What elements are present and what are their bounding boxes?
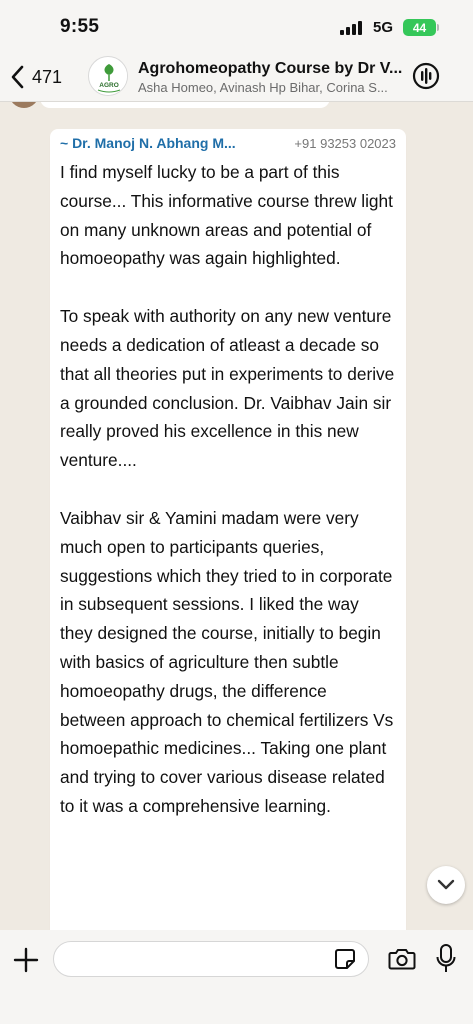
scroll-to-bottom-button[interactable] — [427, 866, 465, 904]
composer-bar — [0, 930, 473, 1024]
chevron-down-icon — [437, 879, 455, 890]
battery-level: 44 — [412, 20, 427, 35]
message-paragraph: I find myself lucky to be a part of this… — [60, 162, 393, 269]
previous-message-bubble[interactable] — [40, 102, 330, 108]
network-label: 5G — [373, 19, 394, 36]
battery-icon: 44 — [403, 19, 439, 36]
group-avatar-logo: AGRO — [90, 58, 127, 95]
group-avatar[interactable]: AGRO — [88, 56, 128, 96]
sticker-icon[interactable] — [334, 948, 356, 970]
microphone-icon[interactable] — [436, 944, 456, 974]
back-chevron-icon — [11, 65, 24, 89]
previous-sender-avatar[interactable] — [9, 102, 39, 108]
avatar-text: AGRO — [99, 82, 119, 89]
message-input[interactable] — [53, 941, 369, 977]
chat-area[interactable]: ~ Dr. Manoj N. Abhang M... +91 93253 020… — [0, 102, 473, 930]
message-bubble[interactable]: ~ Dr. Manoj N. Abhang M... +91 93253 020… — [50, 129, 406, 930]
message-paragraph: To speak with authority on any new ventu… — [60, 306, 395, 471]
status-bar: 9:55 5G 44 — [0, 0, 473, 52]
group-subtitle[interactable]: Asha Homeo, Avinash Hp Bihar, Corina S..… — [138, 80, 410, 95]
status-time: 9:55 — [60, 16, 100, 37]
camera-icon[interactable] — [388, 946, 416, 972]
voice-call-icon[interactable] — [411, 61, 441, 91]
unread-count: 471 — [32, 66, 63, 87]
group-title[interactable]: Agrohomeopathy Course by Dr V... — [138, 60, 410, 78]
sender-phone: +91 93253 02023 — [294, 136, 396, 151]
sender-name[interactable]: ~ Dr. Manoj N. Abhang M... — [60, 135, 236, 151]
message-paragraph: Vaibhav sir & Yamini madam were very muc… — [60, 507, 394, 816]
signal-icon — [340, 21, 362, 35]
plus-icon[interactable] — [12, 946, 40, 974]
back-button[interactable]: 471 — [10, 62, 62, 92]
sender-row: ~ Dr. Manoj N. Abhang M... +91 93253 020… — [60, 135, 396, 155]
chat-header: 471 AGRO Agrohomeopathy Course by Dr V..… — [0, 52, 473, 102]
